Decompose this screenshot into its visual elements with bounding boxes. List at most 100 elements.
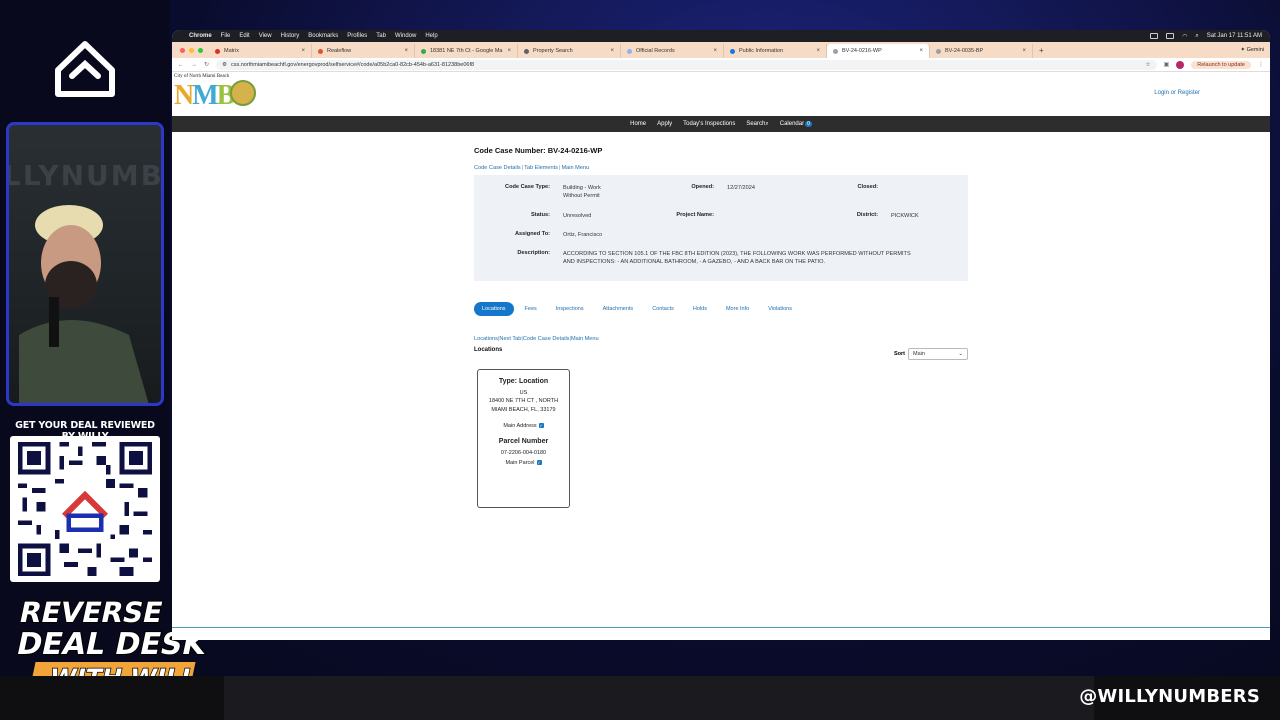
tab-bv-24-0216-wp[interactable]: BV-24-0216-WP × (827, 44, 930, 58)
nav-apply[interactable]: Apply (657, 121, 672, 127)
menu-history[interactable]: History (281, 33, 300, 39)
type-label: Code Case Type: (505, 184, 550, 190)
tab-matrix[interactable]: Matrix × (209, 44, 312, 58)
chevron-down-icon: ⌄ (958, 351, 963, 357)
link-tab-elements[interactable]: Tab Elements (524, 165, 558, 171)
menu-tab[interactable]: Tab (376, 33, 386, 39)
status-label: Status: (531, 212, 550, 218)
menu-view[interactable]: View (259, 33, 272, 39)
close-tab-icon[interactable]: × (404, 48, 408, 54)
nav-home[interactable]: Home (630, 121, 646, 127)
tab-label: Realeflow (327, 48, 352, 54)
assigned-to-label: Assigned To: (514, 231, 550, 237)
menu-profiles[interactable]: Profiles (347, 33, 367, 39)
gemini-button[interactable]: ✦ Gemini (1240, 47, 1270, 53)
extensions-icon[interactable]: ▣ (1164, 61, 1170, 68)
tab-contacts[interactable]: Contacts (644, 302, 682, 316)
link-code-case-details-2[interactable]: Code Case Details (523, 336, 570, 342)
close-tab-icon[interactable]: × (610, 48, 614, 54)
search-icon[interactable]: ⌕ (1195, 33, 1198, 40)
tab-inspections[interactable]: Inspections (548, 302, 592, 316)
tab-property-search[interactable]: Property Search × (518, 44, 621, 58)
close-tab-icon[interactable]: × (301, 48, 305, 54)
close-tab-icon[interactable]: × (507, 48, 511, 54)
more-menu-icon[interactable]: ⋮ (1258, 61, 1264, 68)
link-locations[interactable]: Locations (474, 336, 498, 342)
zoom-window-button[interactable] (198, 47, 203, 53)
tab-favicon (730, 48, 735, 54)
url-field[interactable]: ⚙ css.northmiamibeachfl.gov/energovprod/… (216, 59, 1157, 70)
city-logo[interactable]: NMB (174, 80, 235, 112)
menu-help[interactable]: Help (425, 33, 437, 39)
menu-window[interactable]: Window (395, 33, 416, 39)
display-icon[interactable] (1166, 33, 1175, 39)
back-icon[interactable]: ← (178, 62, 184, 68)
nav-calendar[interactable]: Calendar 0 (780, 121, 812, 127)
nav-todays-inspections[interactable]: Today's Inspections (683, 121, 735, 127)
locations-links: Locations|Next Tab|Code Case Details|Mai… (474, 336, 599, 342)
tab-bv-24-0035-bp[interactable]: BV-24-0035-BP × (930, 44, 1033, 58)
new-tab-button[interactable]: + (1033, 46, 1050, 55)
relaunch-button[interactable]: Relaunch to update (1191, 60, 1251, 69)
menu-app-name[interactable]: Chrome (189, 33, 212, 39)
link-next-tab[interactable]: Next Tab (499, 336, 521, 342)
tab-label: BV-24-0216-WP (842, 48, 882, 54)
tab-label: Property Search (533, 48, 573, 54)
screen-record-icon[interactable] (1150, 33, 1159, 39)
site-nav: Home Apply Today's Inspections Search⌕ C… (172, 116, 1270, 132)
case-content: Code Case Number: BV-24-0216-WP Code Cas… (474, 146, 968, 508)
location-address-line-1: 18400 NE 7TH CT , NORTH (488, 398, 559, 405)
login-register-link[interactable]: Login or Register (1154, 90, 1200, 96)
mac-menubar: Chrome File Edit View History Bookmarks … (172, 30, 1270, 42)
tab-official-records[interactable]: Official Records × (621, 44, 724, 58)
tab-holds[interactable]: Holds (685, 302, 715, 316)
site-info-icon[interactable]: ⚙ (222, 62, 227, 68)
main-address-checkbox[interactable]: ✓ (538, 422, 544, 428)
tab-realeflow[interactable]: Realeflow × (312, 44, 415, 58)
logo-caption: City of North Miami Beach (174, 74, 230, 79)
wifi-icon[interactable]: ◠ (1182, 33, 1187, 40)
tab-favicon (627, 48, 632, 54)
logo-letter-n: N (174, 80, 194, 111)
nav-calendar-label: Calendar (779, 121, 805, 127)
tab-public-information[interactable]: Public Information × (724, 44, 827, 58)
close-tab-icon[interactable]: × (1022, 48, 1026, 54)
close-window-button[interactable] (180, 47, 185, 53)
logo-letter-m: M (192, 80, 218, 111)
tab-more-info[interactable]: More Info (718, 302, 757, 316)
close-tab-icon[interactable]: × (919, 48, 923, 54)
closed-label: Closed: (857, 184, 878, 190)
city-seal-icon (230, 80, 256, 106)
link-main-menu[interactable]: Main Menu (561, 165, 589, 171)
tab-locations[interactable]: Locations (474, 302, 514, 316)
forward-icon[interactable]: → (191, 62, 197, 68)
profile-avatar[interactable] (1176, 60, 1185, 69)
sort-select[interactable]: Main ⌄ (908, 348, 968, 360)
tab-attachments[interactable]: Attachments (595, 302, 642, 316)
description-value: ACCORDING TO SECTION 105.1 OF THE FBC 8T… (563, 250, 963, 267)
magnifier-icon: ⌕ (765, 120, 769, 127)
type-value-line-2: Without Permit (563, 193, 600, 200)
tab-fees[interactable]: Fees (517, 302, 545, 316)
close-tab-icon[interactable]: × (713, 48, 717, 54)
tab-favicon (215, 48, 220, 54)
menu-bookmarks[interactable]: Bookmarks (308, 33, 338, 39)
case-top-links: Code Case Details|Tab Elements|Main Menu (474, 165, 968, 171)
menubar-clock[interactable]: Sat Jan 17 11:51 AM (1207, 33, 1262, 39)
close-tab-icon[interactable]: × (816, 48, 820, 54)
link-main-menu-2[interactable]: Main Menu (571, 336, 599, 342)
house-logo-icon (55, 41, 115, 97)
menu-edit[interactable]: Edit (239, 33, 249, 39)
menu-file[interactable]: File (221, 33, 231, 39)
tab-google-maps[interactable]: 18381 NE 7th Ct - Google Ma × (415, 44, 518, 58)
main-parcel-checkbox[interactable]: ✓ (536, 460, 542, 466)
description-line-2: AND INSPECTIONS: - AN ADDITIONAL BATHROO… (563, 259, 826, 266)
reload-icon[interactable]: ↻ (204, 61, 209, 68)
bookmark-star-icon[interactable]: ☆ (1146, 62, 1151, 68)
link-code-case-details[interactable]: Code Case Details (474, 165, 521, 171)
minimize-window-button[interactable] (189, 47, 194, 53)
location-type-title: Type: Location (498, 378, 549, 385)
nav-search[interactable]: Search⌕ (746, 121, 768, 128)
mac-screen: Chrome File Edit View History Bookmarks … (172, 30, 1270, 640)
tab-violations[interactable]: Violations (760, 302, 800, 316)
